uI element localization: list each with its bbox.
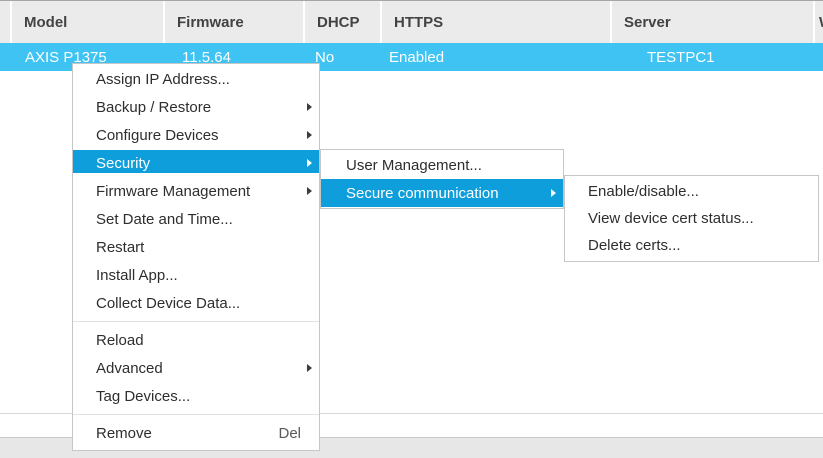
menu-item-label: Collect Device Data... — [96, 295, 240, 312]
menu-item-install-app[interactable]: Install App... — [73, 261, 319, 289]
menu-item-backup-restore[interactable]: Backup / Restore — [73, 93, 319, 121]
menu-item-shortcut: Del — [278, 425, 307, 442]
menu-item-label: Install App... — [96, 267, 178, 284]
column-header-status[interactable] — [0, 1, 10, 43]
menu-item-label: Secure communication — [346, 185, 499, 202]
menu-item-label: Configure Devices — [96, 127, 219, 144]
menu-item-set-date-time[interactable]: Set Date and Time... — [73, 205, 319, 233]
submenu-arrow-icon — [307, 364, 312, 372]
column-header-model[interactable]: Model — [12, 1, 163, 43]
menu-item-label: Delete certs... — [588, 237, 681, 254]
context-menu: Assign IP Address... Backup / Restore Co… — [72, 63, 320, 451]
menu-item-configure-devices[interactable]: Configure Devices — [73, 121, 319, 149]
menu-item-label: View device cert status... — [588, 210, 754, 227]
menu-item-label: Firmware Management — [96, 183, 250, 200]
menu-item-label: Assign IP Address... — [96, 71, 230, 88]
menu-item-firmware-management[interactable]: Firmware Management — [73, 177, 319, 205]
column-header-https[interactable]: HTTPS — [382, 1, 610, 43]
submenu-arrow-icon — [307, 159, 312, 167]
column-header-dhcp[interactable]: DHCP — [305, 1, 380, 43]
menu-item-label: Remove — [96, 425, 152, 442]
menu-item-label: Security — [96, 155, 150, 172]
device-server-cell: TESTPC1 — [610, 43, 813, 71]
device-manager-window: Model Firmware DHCP HTTPS Server W AXIS … — [0, 0, 823, 458]
menu-item-label: Enable/disable... — [588, 183, 699, 200]
column-header-server[interactable]: Server — [612, 1, 813, 43]
submenu-arrow-icon — [551, 189, 556, 197]
menu-item-collect-device-data[interactable]: Collect Device Data... — [73, 289, 319, 317]
menu-item-security[interactable]: Security — [73, 149, 319, 177]
menu-item-advanced[interactable]: Advanced — [73, 354, 319, 382]
menu-item-label: Advanced — [96, 360, 163, 377]
menu-item-delete-certs[interactable]: Delete certs... — [565, 232, 818, 259]
security-submenu: User Management... Secure communication — [320, 149, 564, 209]
menu-item-tag-devices[interactable]: Tag Devices... — [73, 382, 319, 410]
menu-item-label: Tag Devices... — [96, 388, 190, 405]
menu-item-label: Set Date and Time... — [96, 211, 233, 228]
menu-separator — [73, 414, 319, 415]
menu-item-view-device-cert-status[interactable]: View device cert status... — [565, 205, 818, 232]
menu-item-restart[interactable]: Restart — [73, 233, 319, 261]
device-https-cell: Enabled — [380, 43, 610, 71]
secure-communication-submenu: Enable/disable... View device cert statu… — [564, 175, 819, 262]
submenu-arrow-icon — [307, 103, 312, 111]
column-header-truncated[interactable]: W — [815, 1, 823, 43]
menu-item-label: Backup / Restore — [96, 99, 211, 116]
menu-item-enable-disable[interactable]: Enable/disable... — [565, 178, 818, 205]
menu-item-user-management[interactable]: User Management... — [321, 151, 563, 179]
menu-separator — [73, 321, 319, 322]
menu-item-secure-communication[interactable]: Secure communication — [321, 179, 563, 207]
menu-item-assign-ip-address[interactable]: Assign IP Address... — [73, 65, 319, 93]
menu-item-label: Reload — [96, 332, 144, 349]
table-header-row: Model Firmware DHCP HTTPS Server W — [0, 0, 823, 43]
device-status-cell — [0, 43, 10, 71]
menu-item-label: Restart — [96, 239, 144, 256]
submenu-arrow-icon — [307, 131, 312, 139]
menu-item-remove[interactable]: Remove Del — [73, 419, 319, 447]
menu-item-label: User Management... — [346, 157, 482, 174]
column-header-firmware[interactable]: Firmware — [165, 1, 303, 43]
submenu-arrow-icon — [307, 187, 312, 195]
menu-item-reload[interactable]: Reload — [73, 326, 319, 354]
